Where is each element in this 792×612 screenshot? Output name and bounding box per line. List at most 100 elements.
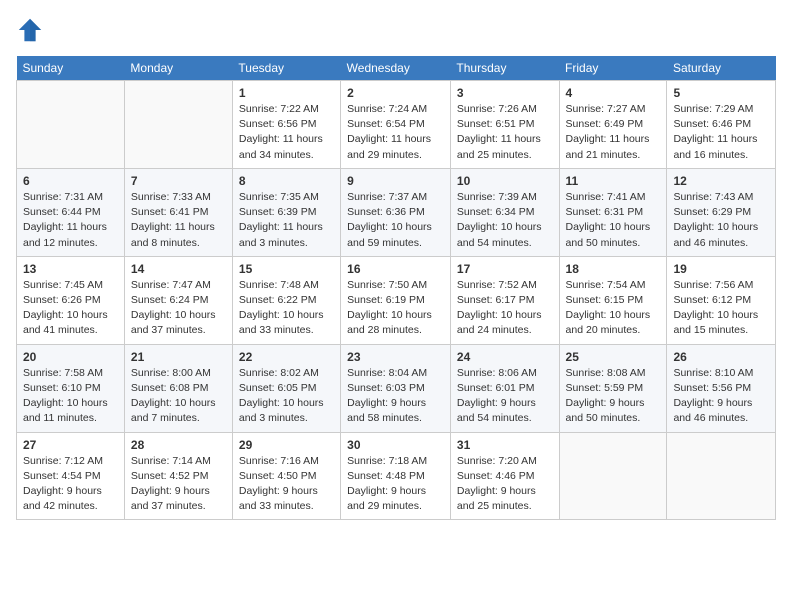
day-info: Sunrise: 7:31 AM Sunset: 6:44 PM Dayligh… (23, 190, 118, 251)
calendar-cell: 25 Sunrise: 8:08 AM Sunset: 5:59 PM Dayli… (559, 344, 667, 432)
day-info: Sunrise: 7:39 AM Sunset: 6:34 PM Dayligh… (457, 190, 553, 251)
calendar-week-row: 1 Sunrise: 7:22 AM Sunset: 6:56 PM Daylig… (17, 81, 776, 169)
day-info: Sunrise: 8:10 AM Sunset: 5:56 PM Dayligh… (673, 366, 769, 427)
calendar-week-row: 20 Sunrise: 7:58 AM Sunset: 6:10 PM Dayli… (17, 344, 776, 432)
day-number: 9 (347, 174, 444, 188)
day-number: 4 (566, 86, 661, 100)
day-number: 16 (347, 262, 444, 276)
day-number: 8 (239, 174, 334, 188)
calendar-cell: 7 Sunrise: 7:33 AM Sunset: 6:41 PM Daylig… (124, 168, 232, 256)
day-info: Sunrise: 7:35 AM Sunset: 6:39 PM Dayligh… (239, 190, 334, 251)
calendar-cell: 9 Sunrise: 7:37 AM Sunset: 6:36 PM Daylig… (341, 168, 451, 256)
calendar-cell: 30Sunrise: 7:18 AM Sunset: 4:48 PM Dayli… (341, 432, 451, 520)
calendar-cell: 6 Sunrise: 7:31 AM Sunset: 6:44 PM Daylig… (17, 168, 125, 256)
day-info: Sunrise: 7:45 AM Sunset: 6:26 PM Dayligh… (23, 278, 118, 339)
logo (16, 16, 48, 44)
calendar-cell: 10Sunrise: 7:39 AM Sunset: 6:34 PM Dayli… (450, 168, 559, 256)
calendar-cell: 29 Sunrise: 7:16 AM Sunset: 4:50 PM Dayli… (232, 432, 340, 520)
day-number: 31 (457, 438, 553, 452)
day-number: 29 (239, 438, 334, 452)
calendar-cell: 13 Sunrise: 7:45 AM Sunset: 6:26 PM Dayli… (17, 256, 125, 344)
weekday-header: Tuesday (232, 56, 340, 81)
day-info: Sunrise: 7:12 AM Sunset: 4:54 PM Dayligh… (23, 454, 118, 515)
day-info: Sunrise: 8:08 AM Sunset: 5:59 PM Dayligh… (566, 366, 661, 427)
day-number: 17 (457, 262, 553, 276)
calendar-cell (17, 81, 125, 169)
calendar-header-row: SundayMondayTuesdayWednesdayThursdayFrid… (17, 56, 776, 81)
day-info: Sunrise: 7:37 AM Sunset: 6:36 PM Dayligh… (347, 190, 444, 251)
calendar-cell: 27 Sunrise: 7:12 AM Sunset: 4:54 PM Dayli… (17, 432, 125, 520)
day-number: 1 (239, 86, 334, 100)
calendar-cell: 14 Sunrise: 7:47 AM Sunset: 6:24 PM Dayli… (124, 256, 232, 344)
calendar-cell: 4 Sunrise: 7:27 AM Sunset: 6:49 PM Daylig… (559, 81, 667, 169)
day-number: 18 (566, 262, 661, 276)
day-info: Sunrise: 8:04 AM Sunset: 6:03 PM Dayligh… (347, 366, 444, 427)
day-number: 28 (131, 438, 226, 452)
day-info: Sunrise: 7:47 AM Sunset: 6:24 PM Dayligh… (131, 278, 226, 339)
day-info: Sunrise: 8:00 AM Sunset: 6:08 PM Dayligh… (131, 366, 226, 427)
day-info: Sunrise: 7:14 AM Sunset: 4:52 PM Dayligh… (131, 454, 226, 515)
day-info: Sunrise: 7:16 AM Sunset: 4:50 PM Dayligh… (239, 454, 334, 515)
day-number: 19 (673, 262, 769, 276)
calendar-cell (667, 432, 776, 520)
weekday-header: Thursday (450, 56, 559, 81)
calendar-cell: 1 Sunrise: 7:22 AM Sunset: 6:56 PM Daylig… (232, 81, 340, 169)
day-number: 23 (347, 350, 444, 364)
day-info: Sunrise: 7:43 AM Sunset: 6:29 PM Dayligh… (673, 190, 769, 251)
day-info: Sunrise: 8:02 AM Sunset: 6:05 PM Dayligh… (239, 366, 334, 427)
weekday-header: Wednesday (341, 56, 451, 81)
weekday-header: Friday (559, 56, 667, 81)
weekday-header: Sunday (17, 56, 125, 81)
day-info: Sunrise: 7:54 AM Sunset: 6:15 PM Dayligh… (566, 278, 661, 339)
day-number: 3 (457, 86, 553, 100)
day-info: Sunrise: 7:20 AM Sunset: 4:46 PM Dayligh… (457, 454, 553, 515)
calendar-cell: 11 Sunrise: 7:41 AM Sunset: 6:31 PM Dayli… (559, 168, 667, 256)
day-number: 5 (673, 86, 769, 100)
calendar-cell: 28 Sunrise: 7:14 AM Sunset: 4:52 PM Dayli… (124, 432, 232, 520)
calendar-week-row: 6 Sunrise: 7:31 AM Sunset: 6:44 PM Daylig… (17, 168, 776, 256)
calendar-week-row: 27 Sunrise: 7:12 AM Sunset: 4:54 PM Dayli… (17, 432, 776, 520)
day-info: Sunrise: 7:56 AM Sunset: 6:12 PM Dayligh… (673, 278, 769, 339)
day-info: Sunrise: 7:48 AM Sunset: 6:22 PM Dayligh… (239, 278, 334, 339)
calendar-cell: 20 Sunrise: 7:58 AM Sunset: 6:10 PM Dayli… (17, 344, 125, 432)
calendar-cell: 26Sunrise: 8:10 AM Sunset: 5:56 PM Dayli… (667, 344, 776, 432)
weekday-header: Saturday (667, 56, 776, 81)
day-number: 2 (347, 86, 444, 100)
day-number: 20 (23, 350, 118, 364)
day-info: Sunrise: 7:27 AM Sunset: 6:49 PM Dayligh… (566, 102, 661, 163)
day-number: 15 (239, 262, 334, 276)
calendar-cell: 16Sunrise: 7:50 AM Sunset: 6:19 PM Dayli… (341, 256, 451, 344)
day-info: Sunrise: 7:58 AM Sunset: 6:10 PM Dayligh… (23, 366, 118, 427)
day-info: Sunrise: 7:29 AM Sunset: 6:46 PM Dayligh… (673, 102, 769, 163)
calendar-cell: 17 Sunrise: 7:52 AM Sunset: 6:17 PM Dayli… (450, 256, 559, 344)
calendar-cell: 2Sunrise: 7:24 AM Sunset: 6:54 PM Daylig… (341, 81, 451, 169)
day-info: Sunrise: 7:33 AM Sunset: 6:41 PM Dayligh… (131, 190, 226, 251)
day-number: 6 (23, 174, 118, 188)
day-number: 24 (457, 350, 553, 364)
day-number: 7 (131, 174, 226, 188)
day-number: 21 (131, 350, 226, 364)
day-info: Sunrise: 7:22 AM Sunset: 6:56 PM Dayligh… (239, 102, 334, 163)
calendar-cell: 12Sunrise: 7:43 AM Sunset: 6:29 PM Dayli… (667, 168, 776, 256)
calendar-cell: 31 Sunrise: 7:20 AM Sunset: 4:46 PM Dayli… (450, 432, 559, 520)
calendar-cell: 18 Sunrise: 7:54 AM Sunset: 6:15 PM Dayli… (559, 256, 667, 344)
calendar-cell (559, 432, 667, 520)
calendar-cell: 15 Sunrise: 7:48 AM Sunset: 6:22 PM Dayli… (232, 256, 340, 344)
day-number: 11 (566, 174, 661, 188)
calendar-cell: 23 Sunrise: 8:04 AM Sunset: 6:03 PM Dayli… (341, 344, 451, 432)
page-header (16, 16, 776, 44)
day-number: 13 (23, 262, 118, 276)
day-info: Sunrise: 7:52 AM Sunset: 6:17 PM Dayligh… (457, 278, 553, 339)
calendar-cell: 22 Sunrise: 8:02 AM Sunset: 6:05 PM Dayli… (232, 344, 340, 432)
day-info: Sunrise: 7:41 AM Sunset: 6:31 PM Dayligh… (566, 190, 661, 251)
day-number: 27 (23, 438, 118, 452)
day-number: 14 (131, 262, 226, 276)
calendar-cell: 3 Sunrise: 7:26 AM Sunset: 6:51 PM Daylig… (450, 81, 559, 169)
calendar-table: SundayMondayTuesdayWednesdayThursdayFrid… (16, 56, 776, 520)
day-number: 25 (566, 350, 661, 364)
calendar-cell: 21 Sunrise: 8:00 AM Sunset: 6:08 PM Dayli… (124, 344, 232, 432)
calendar-cell: 8 Sunrise: 7:35 AM Sunset: 6:39 PM Daylig… (232, 168, 340, 256)
day-number: 22 (239, 350, 334, 364)
weekday-header: Monday (124, 56, 232, 81)
day-info: Sunrise: 7:26 AM Sunset: 6:51 PM Dayligh… (457, 102, 553, 163)
